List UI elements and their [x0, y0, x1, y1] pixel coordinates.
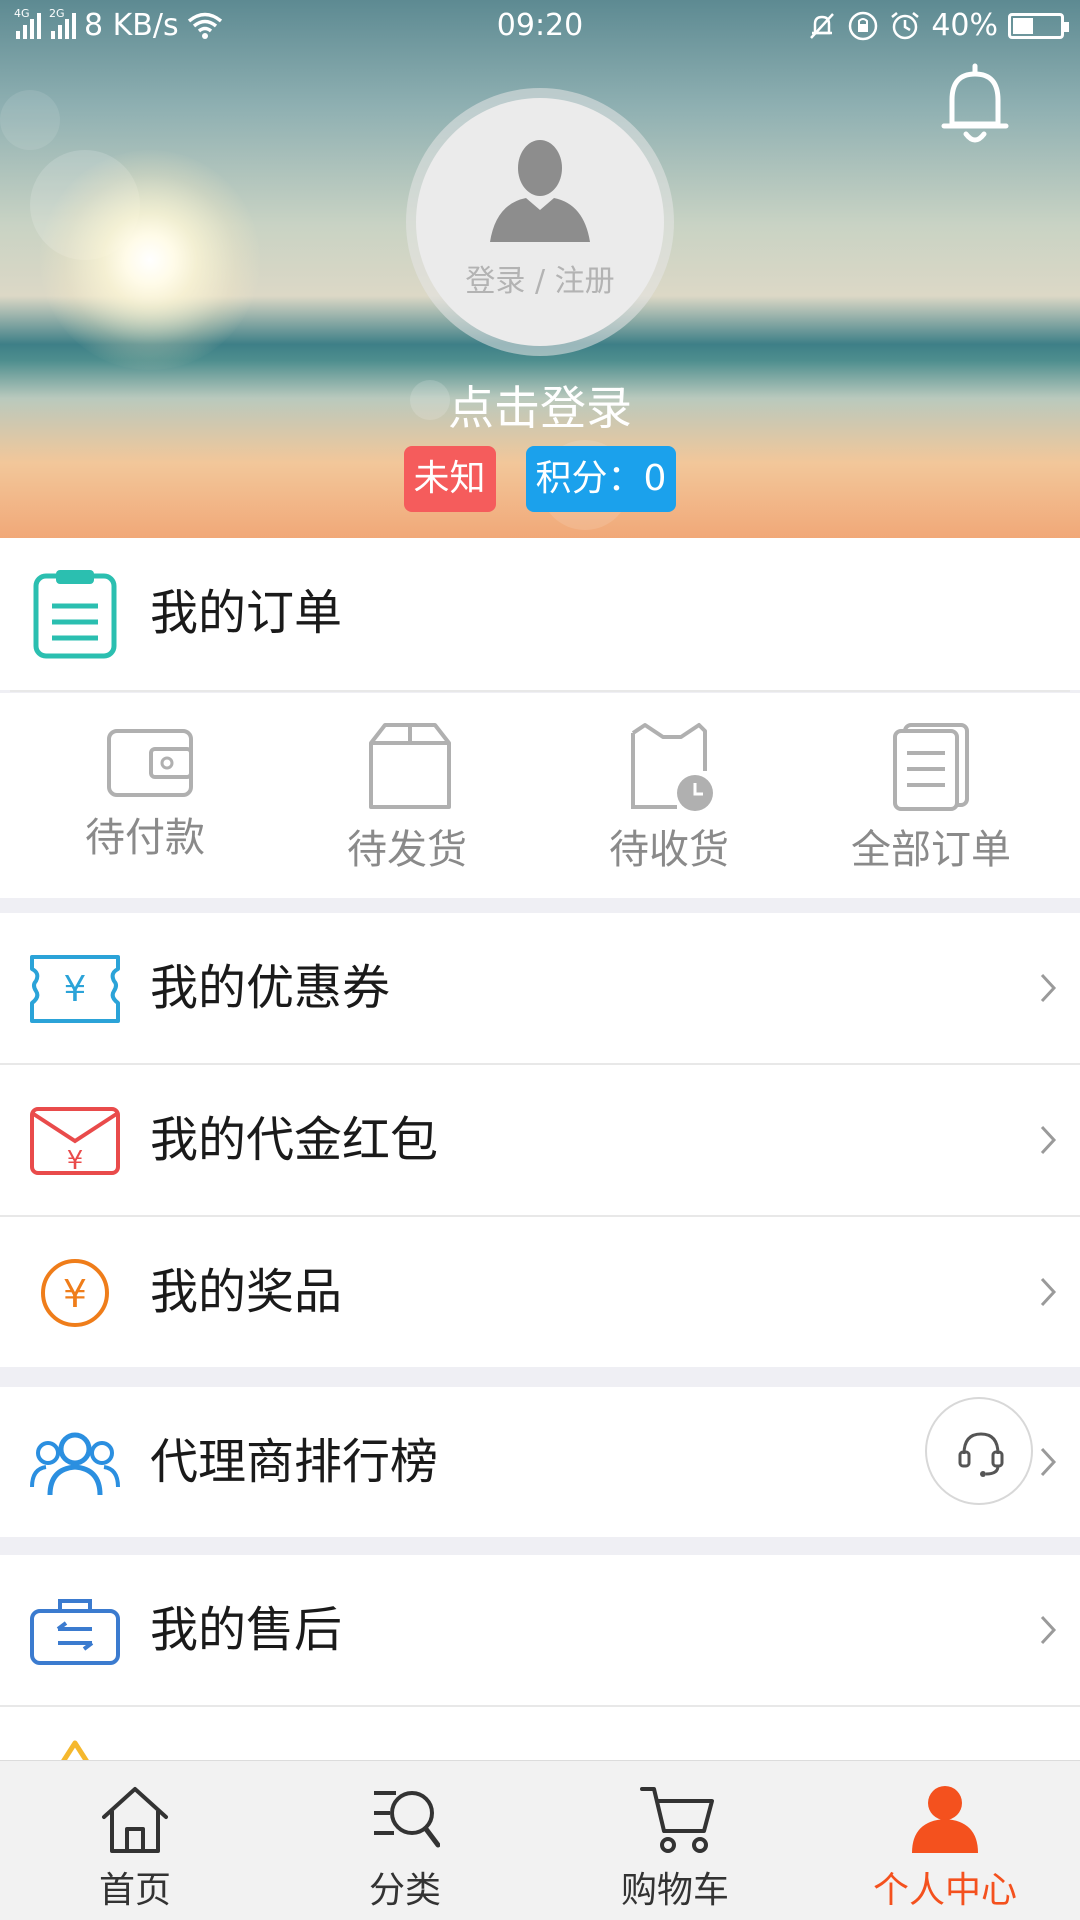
menu-item-prizes[interactable]: ¥ 我的奖品 [0, 1217, 1080, 1367]
chevron-right-icon [1040, 1615, 1057, 1645]
after-sales-icon [30, 1599, 120, 1665]
tab-profile[interactable]: 个人中心 [810, 1761, 1080, 1920]
delivery-clock-icon [631, 723, 713, 811]
avatar: 登录 / 注册 [416, 98, 664, 346]
menu-item-label: 我的优惠券 [150, 960, 391, 1016]
battery-icon [1008, 12, 1069, 39]
battery-percent: 40% [931, 8, 998, 43]
tab-cart[interactable]: 购物车 [540, 1761, 810, 1920]
gender-badge: 未知 [403, 446, 496, 512]
svg-text:¥: ¥ [64, 969, 87, 1010]
tab-category[interactable]: 分类 [270, 1761, 540, 1920]
order-status-to-ship[interactable]: 待发货 [272, 693, 542, 898]
svg-text:¥: ¥ [67, 1146, 84, 1176]
coupon-icon: ¥ [30, 955, 120, 1023]
lens-flare [0, 90, 60, 150]
points-badge: 积分：0 [525, 446, 677, 512]
customer-service-button[interactable] [925, 1397, 1033, 1505]
chevron-right-icon [1040, 1447, 1057, 1477]
chevron-right-icon [1040, 973, 1057, 1003]
menu-item-label: 我的售后 [150, 1602, 343, 1658]
default-avatar-icon [490, 140, 590, 242]
person-icon [912, 1786, 978, 1853]
login-register-label: 登录 / 注册 [465, 264, 615, 299]
order-status-to-receive[interactable]: 待收货 [534, 693, 804, 898]
users-icon [30, 1432, 120, 1496]
order-status-label: 待发货 [347, 827, 467, 873]
home-icon [102, 1787, 168, 1853]
svg-text:¥: ¥ [63, 1272, 87, 1316]
tab-home[interactable]: 首页 [0, 1761, 270, 1920]
order-status-label: 待付款 [85, 815, 205, 861]
mute-bell-icon [810, 12, 835, 39]
my-orders-label: 我的订单 [150, 585, 343, 641]
menu-item-label: 代理商排行榜 [150, 1434, 439, 1490]
cart-icon [640, 1787, 714, 1853]
order-status-bar: 待付款 待发货 待收货 全部订单 [0, 693, 1080, 898]
bottom-tab-bar: 首页 分类 购物车 个人中心 [0, 1760, 1080, 1920]
chevron-right-icon [1040, 1125, 1057, 1155]
tab-label: 个人中心 [872, 1870, 1017, 1911]
tab-label: 分类 [368, 1870, 441, 1911]
documents-icon [893, 723, 969, 811]
avatar-button[interactable]: 登录 / 注册 [406, 88, 674, 356]
order-status-label: 待收货 [609, 827, 729, 873]
yen-coin-icon: ¥ [41, 1259, 109, 1327]
menu-item-agent-ranking[interactable]: 代理商排行榜 [0, 1387, 1080, 1537]
rotation-lock-icon [849, 11, 878, 40]
login-prompt[interactable]: 点击登录 [0, 372, 1080, 438]
chevron-right-icon [1040, 1277, 1057, 1307]
box-icon [369, 723, 451, 809]
tab-label: 购物车 [620, 1870, 729, 1911]
order-status-label: 全部订单 [851, 827, 1011, 873]
order-list-icon [33, 570, 117, 659]
menu-item-coupons[interactable]: ¥ 我的优惠券 [0, 913, 1080, 1063]
notification-bell-icon[interactable] [940, 62, 1010, 148]
menu-item-red-envelopes[interactable]: ¥ 我的代金红包 [0, 1065, 1080, 1215]
sun-glow [40, 150, 260, 370]
tab-label: 首页 [98, 1870, 171, 1911]
divider [10, 690, 1070, 692]
red-envelope-icon: ¥ [30, 1107, 120, 1176]
status-bar: 4G 2G 8 KB/s 09:20 40% [0, 0, 1080, 56]
my-orders-row[interactable]: 我的订单 [0, 538, 1080, 690]
headset-icon [958, 1432, 1004, 1477]
category-search-icon [374, 1791, 440, 1848]
menu-item-after-sales[interactable]: 我的售后 [0, 1555, 1080, 1705]
menu-item-label: 我的代金红包 [150, 1112, 439, 1168]
alarm-icon [891, 11, 920, 39]
wallet-icon [107, 729, 193, 797]
menu-item-label: 我的奖品 [150, 1264, 343, 1320]
order-status-all[interactable]: 全部订单 [796, 693, 1066, 898]
profile-header: 4G 2G 8 KB/s 09:20 40% 登录 / 注册 点击登录 未知 积… [0, 0, 1080, 538]
order-status-pending-payment[interactable]: 待付款 [10, 693, 280, 898]
